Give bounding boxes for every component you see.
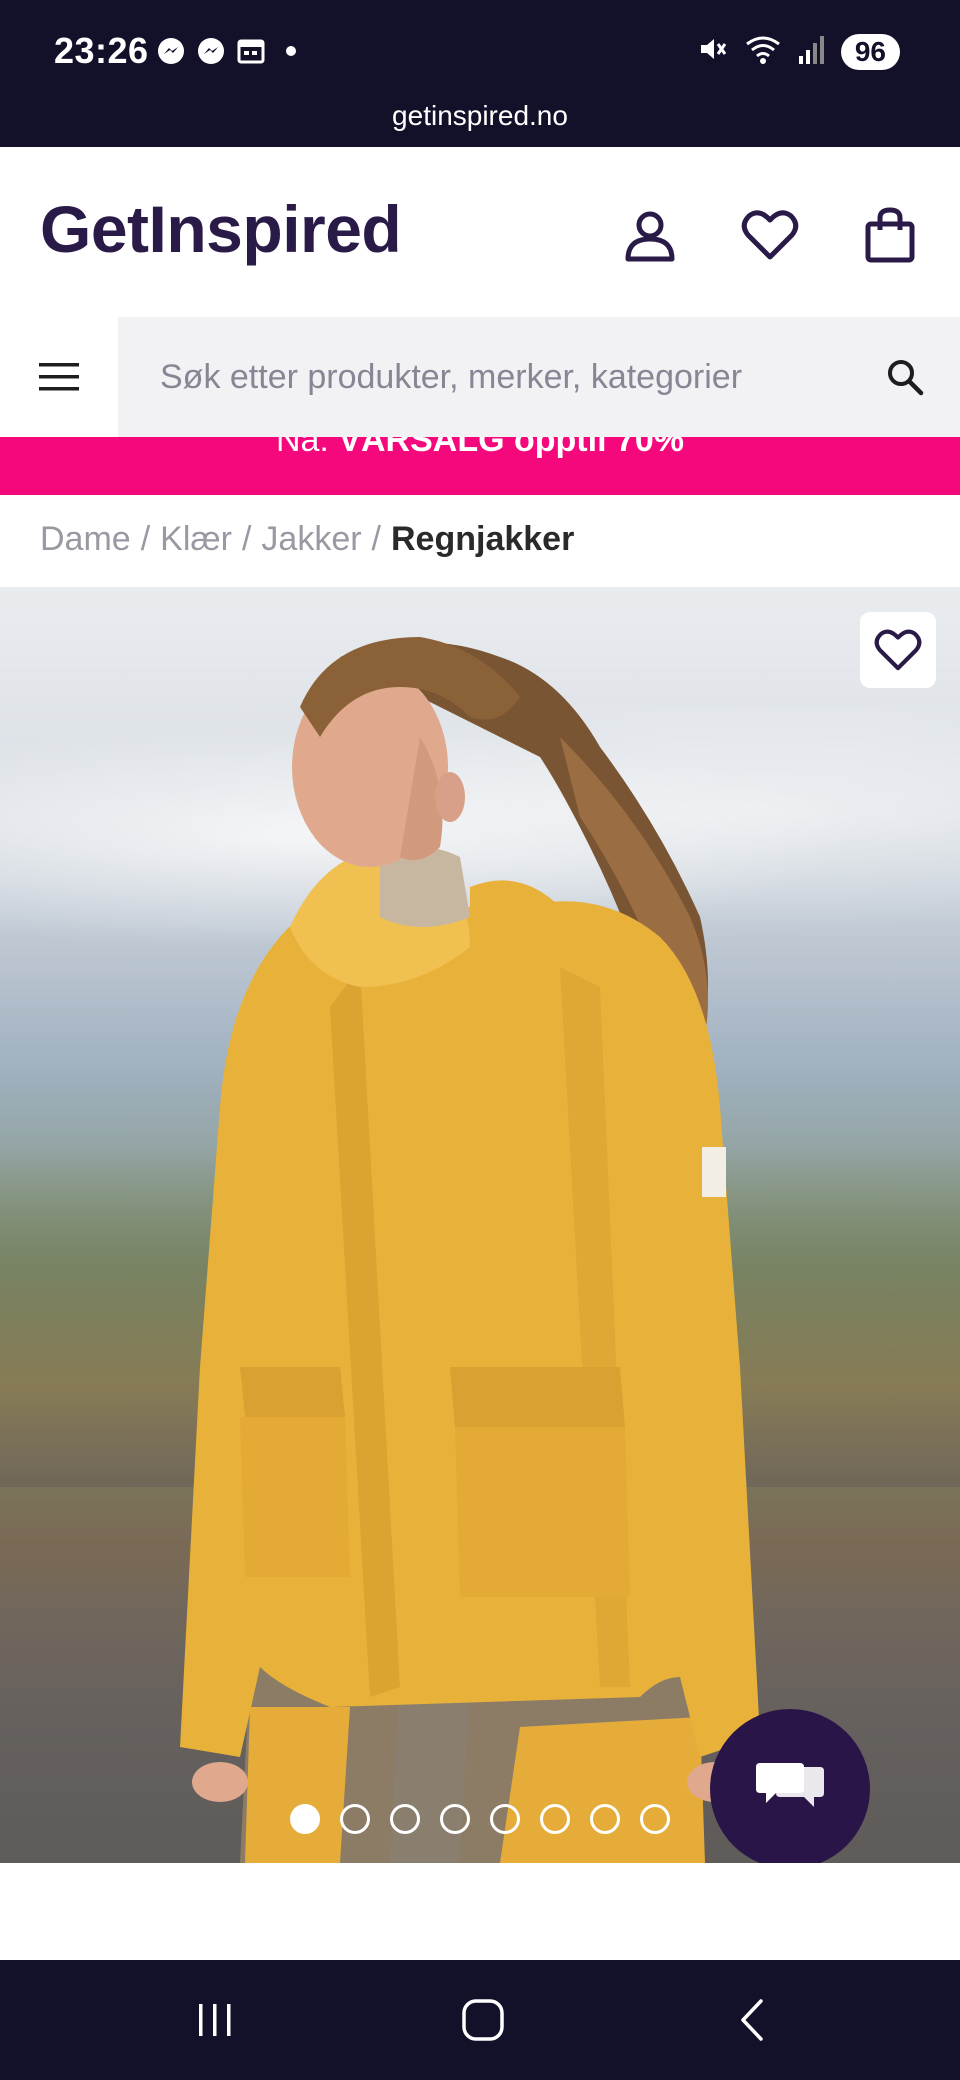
- messenger-icon: [196, 36, 226, 66]
- wishlist-icon[interactable]: [740, 205, 800, 265]
- product-info-area: [0, 1863, 960, 1960]
- breadcrumb-current: Regnjakker: [391, 520, 575, 558]
- battery-indicator: 96: [840, 33, 900, 70]
- gallery-pagination: [290, 1804, 670, 1834]
- wifi-icon: [743, 32, 783, 71]
- home-icon: [462, 1999, 504, 2041]
- messenger-icon: [156, 36, 186, 66]
- chat-button[interactable]: [710, 1709, 870, 1869]
- gallery-dot[interactable]: [340, 1804, 370, 1834]
- status-bar: 23:26 96 getinspired.no: [0, 0, 960, 147]
- promo-highlight: VÅRSALG opptil 70%: [338, 437, 685, 459]
- hamburger-icon: [39, 363, 79, 391]
- dot-icon: [276, 36, 306, 66]
- signal-icon: [797, 32, 827, 71]
- recent-apps-icon: [199, 2004, 231, 2036]
- mute-icon: [695, 32, 729, 71]
- product-photo-model: [180, 637, 760, 1863]
- gallery-dot[interactable]: [540, 1804, 570, 1834]
- search-icon[interactable]: [880, 352, 930, 402]
- status-time: 23:26: [54, 30, 149, 71]
- gallery-dot[interactable]: [490, 1804, 520, 1834]
- search-bar: [0, 317, 960, 437]
- back-icon: [741, 1999, 763, 2041]
- gallery-dot[interactable]: [640, 1804, 670, 1834]
- cart-icon[interactable]: [860, 205, 920, 265]
- promo-banner[interactable]: Nå: VÅRSALG opptil 70%: [0, 437, 960, 495]
- breadcrumb-item-dame[interactable]: Dame: [40, 520, 131, 559]
- breadcrumb-separator: /: [140, 520, 151, 558]
- breadcrumb-item-jakker[interactable]: Jakker: [261, 520, 361, 559]
- calendar-icon: [236, 36, 266, 66]
- breadcrumb-separator: /: [371, 520, 381, 558]
- gallery-dot[interactable]: [290, 1804, 320, 1834]
- promo-text: Nå: VÅRSALG opptil 70%: [0, 437, 960, 460]
- back-button[interactable]: [712, 1980, 792, 2060]
- system-navigation-bar: [0, 1960, 960, 2080]
- gallery-dot[interactable]: [590, 1804, 620, 1834]
- gallery-dot[interactable]: [390, 1804, 420, 1834]
- product-image-gallery[interactable]: [0, 587, 960, 1863]
- recent-apps-button[interactable]: [175, 1980, 255, 2060]
- gallery-dot[interactable]: [440, 1804, 470, 1834]
- home-button[interactable]: [443, 1980, 523, 2060]
- breadcrumb: Dame / Klær / Jakker / Regnjakker: [40, 520, 574, 559]
- site-header: GetInspired: [0, 147, 960, 317]
- system-icons: 96: [695, 32, 900, 71]
- site-logo[interactable]: GetInspired: [40, 191, 402, 267]
- heart-icon: [874, 629, 922, 671]
- account-icon[interactable]: [620, 205, 680, 265]
- add-to-wishlist-button[interactable]: [860, 612, 936, 688]
- url-bar[interactable]: getinspired.no: [0, 100, 960, 132]
- promo-prefix: Nå:: [275, 437, 339, 459]
- breadcrumb-separator: /: [241, 520, 252, 558]
- chat-icon: [756, 1763, 824, 1807]
- menu-button[interactable]: [0, 317, 118, 437]
- breadcrumb-item-klaer[interactable]: Klær: [160, 520, 232, 559]
- search-input[interactable]: [160, 347, 860, 407]
- notification-icons: [156, 36, 306, 66]
